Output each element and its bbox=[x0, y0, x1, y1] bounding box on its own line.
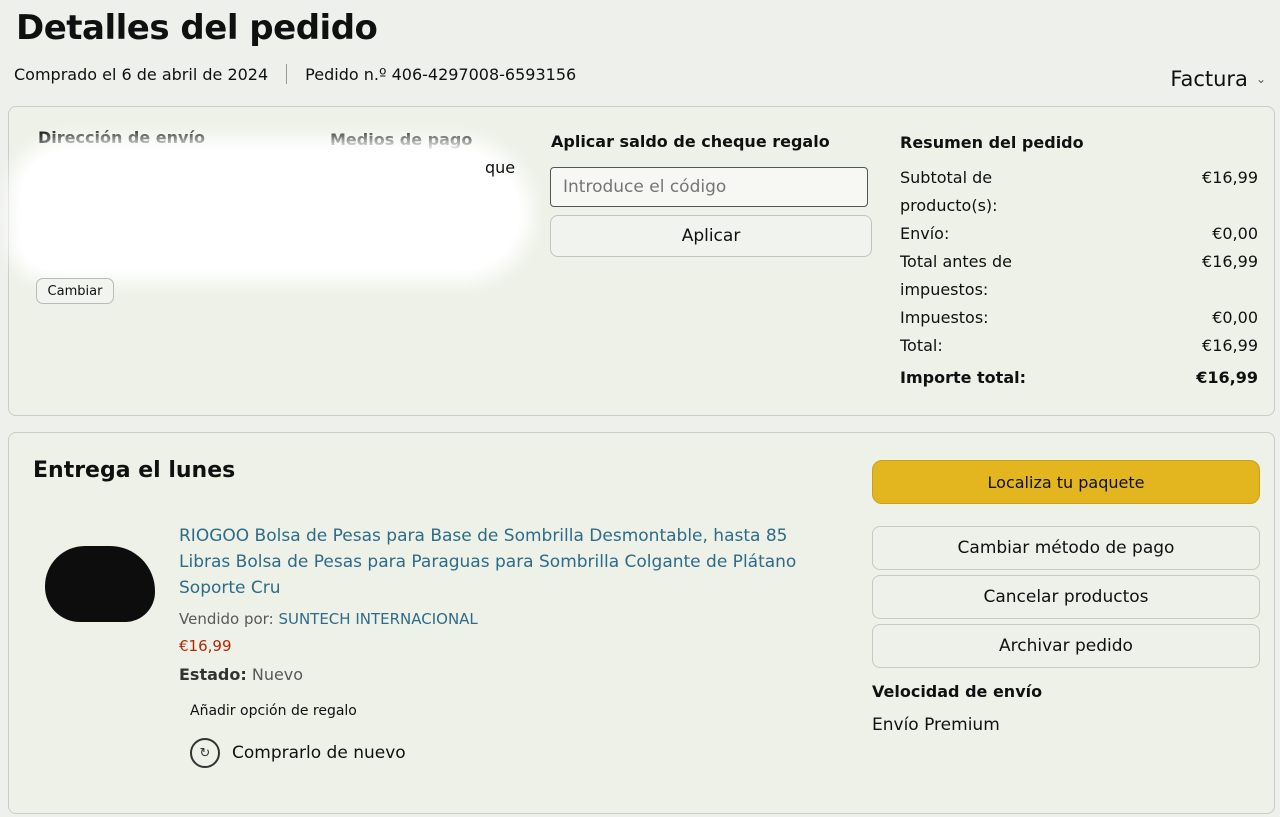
summary-row: Total: €16,99 bbox=[900, 332, 1258, 360]
summary-value: €16,99 bbox=[1202, 336, 1258, 355]
change-address-button[interactable]: Cambiar bbox=[36, 278, 114, 304]
cancel-items-button[interactable]: Cancelar productos bbox=[872, 575, 1260, 619]
buy-again-label: Comprarlo de nuevo bbox=[232, 743, 406, 763]
payment-text: que bbox=[485, 158, 516, 177]
invoice-label: Factura bbox=[1170, 67, 1248, 91]
grand-total-value: €16,99 bbox=[1196, 368, 1258, 387]
delivery-title: Entrega el lunes bbox=[33, 458, 236, 483]
gift-option-link[interactable]: Añadir opción de regalo bbox=[190, 703, 357, 719]
summary-label: Total antes de impuestos: bbox=[900, 252, 1012, 299]
order-meta: Comprado el 6 de abril de 2024 Pedido n.… bbox=[14, 64, 576, 84]
order-number: Pedido n.º 406-4297008-6593156 bbox=[305, 64, 577, 84]
product-price: €16,99 bbox=[179, 637, 232, 655]
product-image[interactable] bbox=[45, 546, 155, 622]
seller-link[interactable]: SUNTECH INTERNACIONAL bbox=[278, 610, 477, 628]
shipping-speed-value: Envío Premium bbox=[872, 715, 1000, 735]
apply-button[interactable]: Aplicar bbox=[550, 215, 872, 257]
archive-order-button[interactable]: Archivar pedido bbox=[872, 624, 1260, 668]
track-package-button[interactable]: Localiza tu paquete bbox=[872, 460, 1260, 504]
summary-label: Total: bbox=[900, 336, 943, 355]
divider bbox=[286, 64, 288, 84]
change-payment-button[interactable]: Cambiar método de pago bbox=[872, 526, 1260, 570]
condition: Estado: Nuevo bbox=[179, 665, 303, 684]
grand-total-label: Importe total: bbox=[900, 368, 1026, 387]
summary-label: Subtotal de producto(s): bbox=[900, 168, 998, 215]
summary-row: Envío: €0,00 bbox=[900, 220, 1258, 248]
summary-value: €16,99 bbox=[1202, 168, 1258, 187]
product-title-link[interactable]: RIOGOO Bolsa de Pesas para Base de Sombr… bbox=[179, 523, 829, 601]
summary-label: Impuestos: bbox=[900, 308, 989, 327]
summary-row: Subtotal de producto(s): €16,99 bbox=[900, 164, 1258, 220]
gift-code-input[interactable] bbox=[550, 167, 868, 207]
summary-value: €16,99 bbox=[1202, 252, 1258, 271]
grand-total-row: Importe total: €16,99 bbox=[900, 364, 1258, 392]
condition-value: Nuevo bbox=[251, 665, 304, 684]
redacted-personal-info bbox=[20, 150, 520, 270]
purchase-date: Comprado el 6 de abril de 2024 bbox=[14, 64, 269, 84]
summary-row: Total antes de impuestos: €16,99 bbox=[900, 248, 1258, 304]
invoice-dropdown[interactable]: Factura ⌄ bbox=[1170, 67, 1266, 91]
chevron-down-icon: ⌄ bbox=[1255, 72, 1266, 86]
order-summary: Resumen del pedido Subtotal de producto(… bbox=[900, 133, 1258, 392]
summary-row: Impuestos: €0,00 bbox=[900, 304, 1258, 332]
gift-card-header: Aplicar saldo de cheque regalo bbox=[551, 132, 830, 151]
sold-by-label: Vendido por: bbox=[179, 610, 274, 628]
condition-label: Estado: bbox=[179, 665, 247, 684]
sold-by: Vendido por: SUNTECH INTERNACIONAL bbox=[179, 610, 478, 628]
shipping-speed-label: Velocidad de envío bbox=[872, 682, 1043, 701]
shipping-address-header: Dirección de envío bbox=[38, 128, 205, 147]
summary-header: Resumen del pedido bbox=[900, 133, 1084, 152]
payment-methods-header: Medios de pago bbox=[330, 130, 473, 149]
summary-value: €0,00 bbox=[1212, 224, 1258, 243]
page-title: Detalles del pedido bbox=[16, 8, 378, 48]
summary-label: Envío: bbox=[900, 224, 950, 243]
summary-value: €0,00 bbox=[1212, 308, 1258, 327]
buy-again-button[interactable]: ↻ Comprarlo de nuevo bbox=[190, 738, 406, 768]
buy-again-icon: ↻ bbox=[190, 738, 220, 768]
